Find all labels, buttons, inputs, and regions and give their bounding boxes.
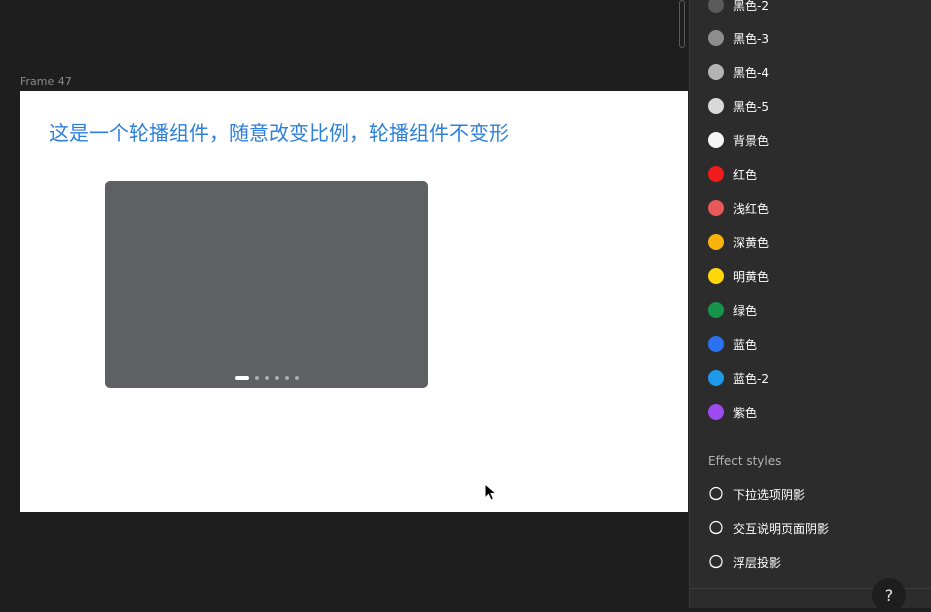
color-style-item[interactable]: 绿色 [708,301,757,319]
effect-style-item[interactable]: 浮层投影 [708,553,781,571]
color-style-label: 深黄色 [733,235,770,250]
color-style-label: 明黄色 [733,269,770,284]
color-style-item[interactable]: 红色 [708,165,757,183]
drop-shadow-icon [709,554,723,569]
carousel-indicator [235,376,299,380]
effect-styles-title: Effect styles [708,454,782,468]
color-swatch-icon [708,0,724,13]
color-style-label: 蓝色 [733,337,758,352]
help-icon: ? [884,585,894,605]
color-style-item[interactable]: 深黄色 [708,233,769,251]
help-button[interactable]: ? [872,578,906,612]
color-style-label: 黑色-2 [733,0,769,13]
color-swatch-icon [708,234,724,250]
color-swatch-icon [708,166,724,182]
color-style-item[interactable]: 紫色 [708,403,757,421]
carousel-component[interactable] [105,181,428,388]
color-style-label: 浅红色 [733,201,770,216]
effect-style-label: 交互说明页面阴影 [733,521,830,536]
color-style-item[interactable]: 背景色 [708,131,769,149]
effect-style-item[interactable]: 下拉选项阴影 [708,485,805,503]
color-swatch-icon [708,268,724,284]
color-swatch-icon [708,64,724,80]
color-style-item[interactable]: 黑色-5 [708,97,769,115]
carousel-dot[interactable] [285,376,289,380]
styles-panel: 黑色-2 黑色-3 黑色-4 黑色-5 背景色 红色 浅红色 深黄色 明黄色 绿… [689,0,931,608]
color-swatch-icon [708,30,724,46]
frame-label[interactable]: Frame 47 [20,75,72,88]
color-swatch-icon [708,98,724,114]
drop-shadow-icon [709,486,723,501]
frame[interactable]: 这是一个轮播组件，随意改变比例，轮播组件不变形 [20,91,688,512]
color-swatch-icon [708,302,724,318]
color-swatch-icon [708,404,724,420]
frame-heading[interactable]: 这是一个轮播组件，随意改变比例，轮播组件不变形 [49,117,509,146]
color-style-label: 绿色 [733,303,758,318]
color-style-label: 黑色-5 [733,99,769,114]
color-style-item[interactable]: 黑色-2 [708,0,769,14]
color-swatch-icon [708,200,724,216]
carousel-dot[interactable] [265,376,269,380]
color-style-label: 黑色-4 [733,65,769,80]
color-swatch-icon [708,336,724,352]
carousel-dot[interactable] [255,376,259,380]
mouse-cursor-icon [484,483,498,501]
color-style-item[interactable]: 黑色-3 [708,29,769,47]
color-style-item[interactable]: 蓝色 [708,335,757,353]
color-style-label: 紫色 [733,405,758,420]
effect-style-item[interactable]: 交互说明页面阴影 [708,519,829,537]
carousel-dot[interactable] [295,376,299,380]
color-style-item[interactable]: 浅红色 [708,199,769,217]
design-canvas[interactable]: Frame 47 这是一个轮播组件，随意改变比例，轮播组件不变形 [0,0,689,608]
color-swatch-icon [708,132,724,148]
color-style-item[interactable]: 明黄色 [708,267,769,285]
drop-shadow-icon [709,520,723,535]
color-style-label: 黑色-3 [733,31,769,46]
carousel-dot-active[interactable] [235,376,249,380]
color-style-item[interactable]: 黑色-4 [708,63,769,81]
color-swatch-icon [708,370,724,386]
effect-style-label: 下拉选项阴影 [733,487,806,502]
effect-style-label: 浮层投影 [733,555,782,570]
color-style-item[interactable]: 蓝色-2 [708,369,769,387]
canvas-scrollbar[interactable] [679,0,685,48]
carousel-dot[interactable] [275,376,279,380]
color-style-label: 蓝色-2 [733,371,769,386]
color-style-label: 背景色 [733,133,770,148]
color-style-label: 红色 [733,167,758,182]
